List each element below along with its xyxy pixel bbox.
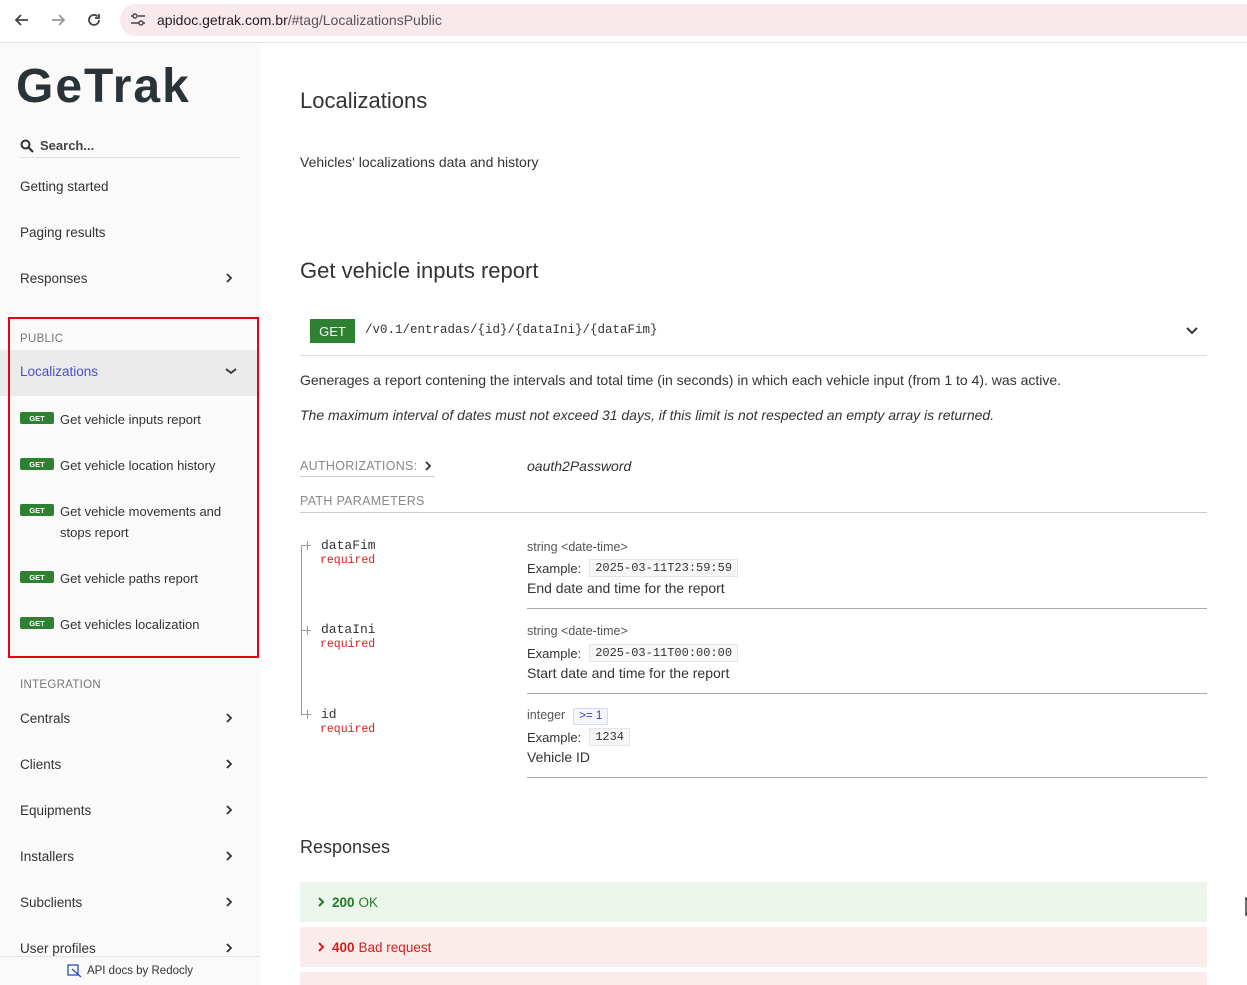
param-example: Example: 1234 [527, 728, 631, 746]
param-tree-tick [301, 630, 311, 631]
sidebar-item-user-profiles[interactable]: User profiles [20, 938, 240, 958]
arrow-left-icon [14, 14, 28, 26]
sidebar-item-paging-results[interactable]: Paging results [20, 222, 240, 242]
redocly-footer-link[interactable]: API docs by Redocly [0, 956, 260, 985]
sidebar: GeTrak Getting started Paging results Re… [0, 44, 260, 985]
param-example: Example: 2025-03-11T23:59:59 [527, 559, 739, 577]
sidebar-item-centrals[interactable]: Centrals [20, 708, 240, 728]
path-parameters-label: PATH PARAMETERS [300, 494, 425, 508]
operation-description: Generages a report contening the interva… [300, 372, 1062, 388]
svg-text:GeTrak: GeTrak [16, 64, 191, 106]
param-type: string <date-time> [527, 540, 628, 554]
chevron-right-icon [226, 713, 233, 723]
param-tree-cap [307, 541, 308, 550]
response-400-toggle[interactable]: 400 Bad request [300, 927, 1207, 967]
http-method-badge: GET [310, 319, 355, 343]
endpoint-toggle[interactable]: GET /v0.1/entradas/{id}/{dataIni}/{dataF… [300, 314, 1207, 356]
authorizations-toggle[interactable]: AUTHORIZATIONS: [300, 459, 436, 477]
param-type: string <date-time> [527, 624, 628, 638]
chevron-right-icon [226, 897, 233, 907]
sidebar-item-responses[interactable]: Responses [20, 268, 240, 288]
response-next-toggle[interactable] [300, 972, 1207, 985]
param-example: Example: 2025-03-11T00:00:00 [527, 644, 739, 662]
public-section-highlight [8, 317, 259, 658]
sidebar-item-equipments[interactable]: Equipments [20, 800, 240, 820]
site-settings-icon [131, 13, 145, 26]
search-box[interactable] [20, 134, 240, 158]
search-icon [20, 139, 34, 153]
sidebar-item-getting-started[interactable]: Getting started [20, 176, 240, 196]
endpoint-path: /v0.1/entradas/{id}/{dataIni}/{dataFim} [365, 323, 658, 337]
param-required: required [320, 554, 376, 567]
getrak-logo[interactable]: GeTrak [16, 60, 244, 113]
search-input[interactable] [40, 138, 230, 153]
chevron-right-icon [425, 461, 432, 471]
operation-title: Get vehicle inputs report [300, 258, 539, 283]
tag-title: Localizations [300, 88, 428, 113]
browser-toolbar: apidoc.getrak.com.br/#tag/LocalizationsP… [0, 0, 1247, 43]
param-description: Vehicle ID [527, 749, 591, 765]
param-name: dataFim [321, 538, 376, 553]
redocly-logo-icon [67, 964, 82, 978]
param-type: integer >= 1 [527, 708, 609, 725]
sidebar-item-clients[interactable]: Clients [20, 754, 240, 774]
divider [527, 693, 1207, 694]
chevron-right-icon [226, 759, 233, 769]
chevron-right-icon [318, 942, 325, 952]
chevron-right-icon [318, 897, 325, 907]
divider [527, 777, 1207, 778]
sidebar-item-subclients[interactable]: Subclients [20, 892, 240, 912]
authorization-scheme-link[interactable]: oauth2Password [527, 458, 631, 474]
chevron-right-icon [226, 273, 233, 283]
main-content: Localizations Vehicles' localizations da… [260, 44, 1247, 985]
param-required: required [320, 638, 376, 651]
param-name: id [321, 707, 337, 722]
param-tree-cap [307, 626, 308, 635]
param-description: Start date and time for the report [527, 665, 730, 681]
address-bar[interactable]: apidoc.getrak.com.br/#tag/LocalizationsP… [120, 4, 1247, 36]
back-button[interactable] [10, 8, 34, 32]
reload-icon [88, 14, 100, 26]
chevron-down-icon [1186, 327, 1198, 335]
section-label-integration: INTEGRATION [20, 679, 102, 691]
param-description: End date and time for the report [527, 580, 725, 596]
url-text: apidoc.getrak.com.br/#tag/LocalizationsP… [157, 12, 442, 28]
reload-button[interactable] [82, 8, 106, 32]
param-range-badge: >= 1 [573, 708, 609, 725]
param-tree-tick [301, 714, 311, 715]
param-tree-tick [301, 545, 311, 546]
chevron-right-icon [226, 805, 233, 815]
chevron-right-icon [226, 943, 233, 953]
divider [527, 608, 1207, 609]
divider [300, 512, 1207, 513]
chevron-right-icon [226, 851, 233, 861]
param-name: dataIni [321, 622, 376, 637]
operation-note: The maximum interval of dates must not e… [300, 407, 995, 423]
arrow-right-icon [52, 14, 66, 26]
response-200-toggle[interactable]: 200 OK [300, 882, 1207, 922]
param-required: required [320, 723, 376, 736]
responses-title: Responses [300, 837, 391, 857]
param-tree-cap [307, 710, 308, 719]
forward-button[interactable] [46, 8, 70, 32]
tag-description: Vehicles' localizations data and history [300, 154, 539, 170]
sidebar-item-installers[interactable]: Installers [20, 846, 240, 866]
